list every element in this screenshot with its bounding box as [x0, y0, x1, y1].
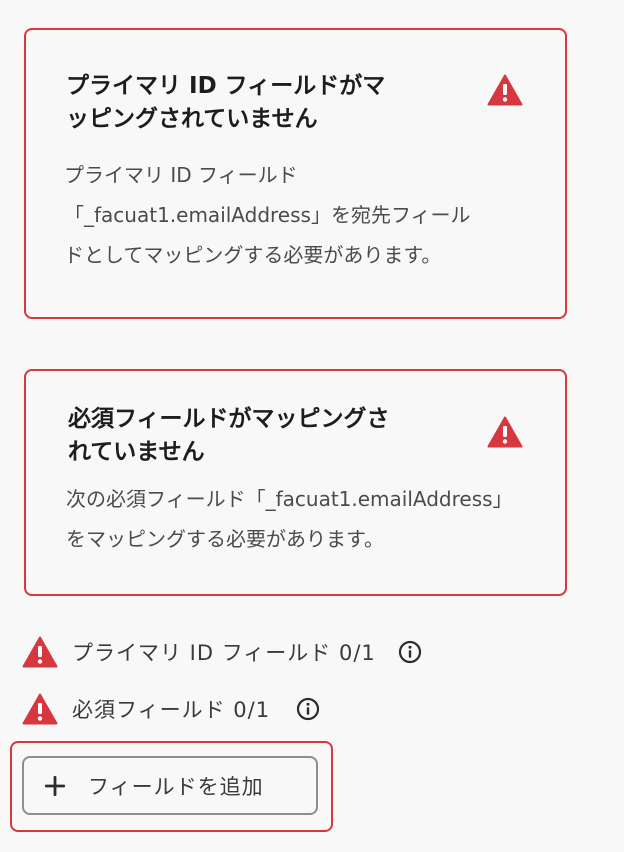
- primary-id-status-label: プライマリ ID フィールド 0/1: [72, 641, 376, 665]
- alert-title: プライマリ ID フィールドがマ ッピングされていません: [66, 70, 446, 136]
- alert-message-line: ドとしてマッピングする必要があります。: [64, 243, 442, 267]
- alert-message-line: 次の必須フィールド「_facuat1.emailAddress」: [66, 487, 513, 511]
- alert-triangle-icon: [487, 74, 523, 106]
- alert-message-line: をマッピングする必要があります。: [66, 527, 384, 551]
- plus-icon: [45, 775, 65, 796]
- alert-message-line: 「_facuat1.emailAddress」を宛先フィール: [64, 203, 471, 227]
- primary-id-status: プライマリ ID フィールド 0/1: [22, 635, 422, 669]
- info-icon[interactable]: [398, 640, 422, 664]
- alert-triangle-icon: [22, 636, 58, 668]
- add-field-label: フィールドを追加: [88, 774, 264, 799]
- alert-message: 次の必須フィールド「_facuat1.emailAddress」 をマッピングす…: [66, 479, 556, 559]
- alert-message-line: プライマリ ID フィールド: [64, 163, 298, 187]
- add-field-button[interactable]: フィールドを追加: [22, 756, 318, 815]
- required-field-status: 必須フィールド 0/1: [22, 692, 320, 726]
- required-field-alert-card: 必須フィールドがマッピングさ れていません 次の必須フィールド「_facuat1…: [24, 369, 567, 596]
- alert-title-line: ッピングされていません: [66, 106, 318, 132]
- alert-title-line: プライマリ ID フィールドがマ: [66, 73, 386, 99]
- info-icon[interactable]: [296, 697, 320, 721]
- required-field-status-label: 必須フィールド 0/1: [72, 698, 271, 722]
- alert-message: プライマリ ID フィールド 「_facuat1.emailAddress」を宛…: [64, 155, 534, 275]
- alert-title: 必須フィールドがマッピングさ れていません: [68, 403, 468, 469]
- alert-title-line: 必須フィールドがマッピングさ: [68, 406, 390, 432]
- alert-triangle-icon: [22, 693, 58, 725]
- alert-title-line: れていません: [68, 439, 205, 465]
- alert-triangle-icon: [487, 416, 523, 448]
- primary-id-alert-card: プライマリ ID フィールドがマ ッピングされていません プライマリ ID フィ…: [24, 28, 567, 319]
